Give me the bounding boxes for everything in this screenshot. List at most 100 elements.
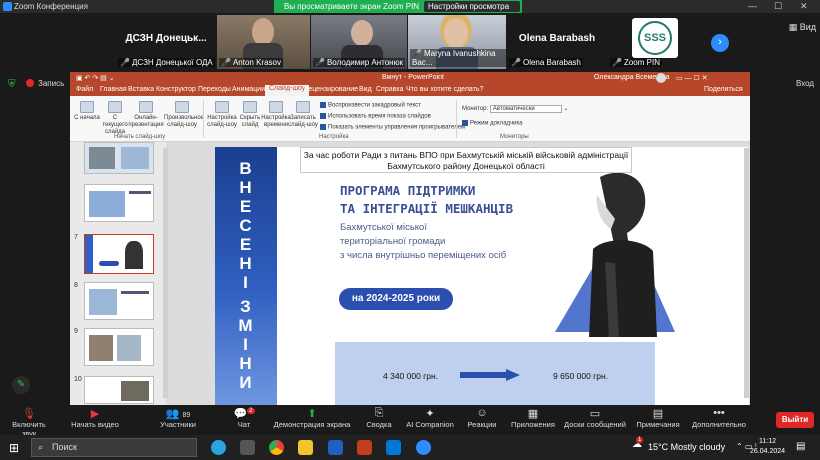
- group-start-slideshow: Начать слайд-шоу: [114, 134, 166, 140]
- thumb-photo: [89, 147, 115, 169]
- chrome-icon[interactable]: [269, 440, 284, 455]
- whiteboards-button[interactable]: ▭ Доски сообщений: [562, 407, 628, 429]
- participant-tile[interactable]: 🎤 Maryna Ivanushkina Вас...: [408, 15, 506, 69]
- task-view-icon[interactable]: [240, 440, 255, 455]
- thumbnail-scrollbar[interactable]: [163, 148, 168, 398]
- ppt-title-bar: ▣ ↶ ↷ ▤ ⌄ Вмнут - PowerPoint Олександра …: [70, 72, 750, 84]
- record-label[interactable]: Запись: [38, 79, 64, 88]
- ai-companion-button[interactable]: ✦ AI Companion: [404, 407, 456, 429]
- participant-tile[interactable]: 🎤 Anton Krasov: [217, 15, 310, 69]
- ppt-window-controls[interactable]: ▭ — ☐ ✕: [676, 74, 708, 82]
- next-page-button[interactable]: ›: [711, 34, 729, 52]
- monitor-select[interactable]: Монитор: Автоматически ⌄: [462, 105, 568, 113]
- participant-tile[interactable]: Olena Barabash 🎤 Olena Barabash: [507, 15, 607, 69]
- annotate-pen-icon[interactable]: ✎: [12, 376, 30, 394]
- canvas-scrollbar[interactable]: [744, 148, 749, 398]
- slide-number: 9: [74, 328, 78, 335]
- custom-slideshow-button[interactable]: Произвольное слайд-шоу: [164, 101, 204, 129]
- search-icon: ⌕: [38, 442, 44, 452]
- tab-insert[interactable]: Вставка: [128, 86, 154, 93]
- monitor-value[interactable]: Автоматически: [489, 105, 562, 113]
- slide-thumbnail[interactable]: [84, 184, 154, 222]
- quick-access-icons[interactable]: ▣ ↶ ↷ ▤ ⌄: [76, 74, 115, 82]
- tab-home[interactable]: Главная: [100, 86, 127, 93]
- summary-button[interactable]: ⎘ Сводка: [362, 407, 396, 429]
- setup-slideshow-button[interactable]: Настройка слайд-шоу: [207, 101, 237, 129]
- notes-button[interactable]: ▤ Примечания: [634, 407, 682, 429]
- enter-label[interactable]: Вход: [796, 79, 814, 88]
- slide-thumbnail[interactable]: [84, 328, 154, 366]
- tab-transitions[interactable]: Переходы: [198, 86, 231, 93]
- thumb-text: [129, 191, 151, 194]
- record-slideshow-button[interactable]: Записать слайд-шоу: [288, 101, 318, 129]
- notes-icon: ▤: [652, 408, 664, 420]
- view-button[interactable]: ▦ Вид: [789, 22, 816, 33]
- online-presentation-button[interactable]: Онлайн-презентация: [128, 101, 164, 129]
- smiley-icon: ☺: [476, 407, 488, 419]
- participant-tile[interactable]: SSS 🎤 Zoom PIN: [608, 15, 706, 69]
- leave-button[interactable]: Выйти: [776, 412, 814, 428]
- apps-button[interactable]: ▦ Приложения: [508, 407, 558, 429]
- more-button[interactable]: ••• Дополнительно: [688, 407, 750, 429]
- start-video-button[interactable]: ▶ Начать видео: [70, 407, 120, 429]
- slide-thumbnail[interactable]: [84, 376, 154, 404]
- edge-icon[interactable]: [386, 440, 401, 455]
- slide-caption: За час роботи Ради з питань ВПО при Бахм…: [300, 147, 632, 173]
- slide-thumbnail[interactable]: [84, 142, 154, 174]
- powerpoint-icon[interactable]: [357, 440, 372, 455]
- tab-design[interactable]: Конструктор: [156, 86, 196, 93]
- participant-tile[interactable]: 🎤 Володимир Антонюк: [311, 15, 407, 69]
- weather-text[interactable]: 15°C Mostly cloudy: [648, 442, 725, 452]
- maximize-icon[interactable]: ☐: [774, 1, 782, 12]
- rehearse-timings-button[interactable]: Настройка времени: [261, 101, 291, 129]
- notification-badge: 1: [636, 437, 644, 443]
- windows-start-icon[interactable]: ⊞: [9, 441, 19, 455]
- from-beginning-button[interactable]: С начала: [72, 101, 102, 122]
- tell-me-search[interactable]: Что вы хотите сделать?: [406, 86, 483, 93]
- taskbar-clock[interactable]: 11:12 26.04.2024: [750, 437, 785, 457]
- slide-thumbnail[interactable]: [84, 282, 154, 320]
- group-setup: Настройка: [319, 134, 349, 140]
- notifications-icon[interactable]: ▤: [796, 441, 805, 452]
- file-explorer-icon[interactable]: [298, 440, 313, 455]
- share-screen-icon: ⬆: [307, 408, 317, 420]
- vertical-letter: З: [240, 297, 252, 316]
- participant-tile[interactable]: ДСЗН Донецьк... 🎤 ДСЗН Донецької ОДА: [116, 15, 216, 69]
- tab-slideshow[interactable]: Слайд-шоу: [265, 85, 310, 96]
- word-icon[interactable]: [328, 440, 343, 455]
- use-timings-check[interactable]: Использовать время показа слайдов: [320, 113, 431, 120]
- participants-icon: 👥 89: [165, 408, 191, 420]
- participant-big-label: Olena Barabash: [518, 33, 596, 44]
- video-off-icon: ▶: [90, 408, 100, 420]
- minimize-icon[interactable]: —: [748, 1, 757, 11]
- zoom-taskbar-icon[interactable]: [416, 440, 431, 455]
- slide-thumbnail-selected[interactable]: [84, 234, 154, 274]
- unmute-button[interactable]: 🎙 Включить звук: [6, 407, 52, 438]
- view-options-button[interactable]: Настройки просмотра ⌄: [424, 1, 520, 20]
- reactions-button[interactable]: ☺ Реакции: [464, 407, 500, 429]
- tab-view[interactable]: Вид: [359, 86, 372, 93]
- windows-taskbar: ⊞ ⌕ Поиск ☁ 1 15°C Mostly cloudy ⌃ ▭ ⁾ 1…: [0, 435, 820, 460]
- share-button[interactable]: Поделиться: [704, 86, 743, 93]
- show-media-controls-check[interactable]: Показать элементы управления проигрывате…: [320, 124, 465, 131]
- subtitle-line-3: з числа внутрішньо переміщених осіб: [340, 250, 507, 261]
- view-label: Вид: [799, 22, 816, 32]
- screen-share-bar: Вы просматриваете экран Zoom PIN Настрой…: [274, 0, 522, 20]
- thumb-photo: [121, 381, 149, 401]
- telegram-icon[interactable]: [211, 440, 226, 455]
- tab-file[interactable]: Файл: [76, 86, 93, 93]
- from-current-button[interactable]: С текущего слайда: [100, 101, 130, 136]
- participant-name: 🎤 Olena Barabash: [509, 58, 583, 67]
- participant-big-label: ДСЗН Донецьк...: [125, 33, 207, 44]
- close-icon[interactable]: ✕: [800, 1, 808, 12]
- tab-animations[interactable]: Анимации: [232, 86, 265, 93]
- tab-help[interactable]: Справка: [376, 86, 403, 93]
- tab-review[interactable]: Рецензирование: [304, 86, 358, 93]
- presenter-view-check[interactable]: Режим докладчика: [462, 120, 523, 127]
- participant-name: 🎤 Володимир Антонюк: [313, 58, 406, 67]
- participants-button[interactable]: 👥 89 Участники: [156, 407, 200, 429]
- share-screen-button[interactable]: ⬆ Демонстрация экрана: [270, 407, 354, 429]
- chat-button[interactable]: 💬 2 Чат: [232, 407, 256, 429]
- taskbar-search-input[interactable]: ⌕ Поиск: [31, 438, 197, 457]
- play-narrations-check[interactable]: Воспроизвести закадровый текст: [320, 102, 421, 109]
